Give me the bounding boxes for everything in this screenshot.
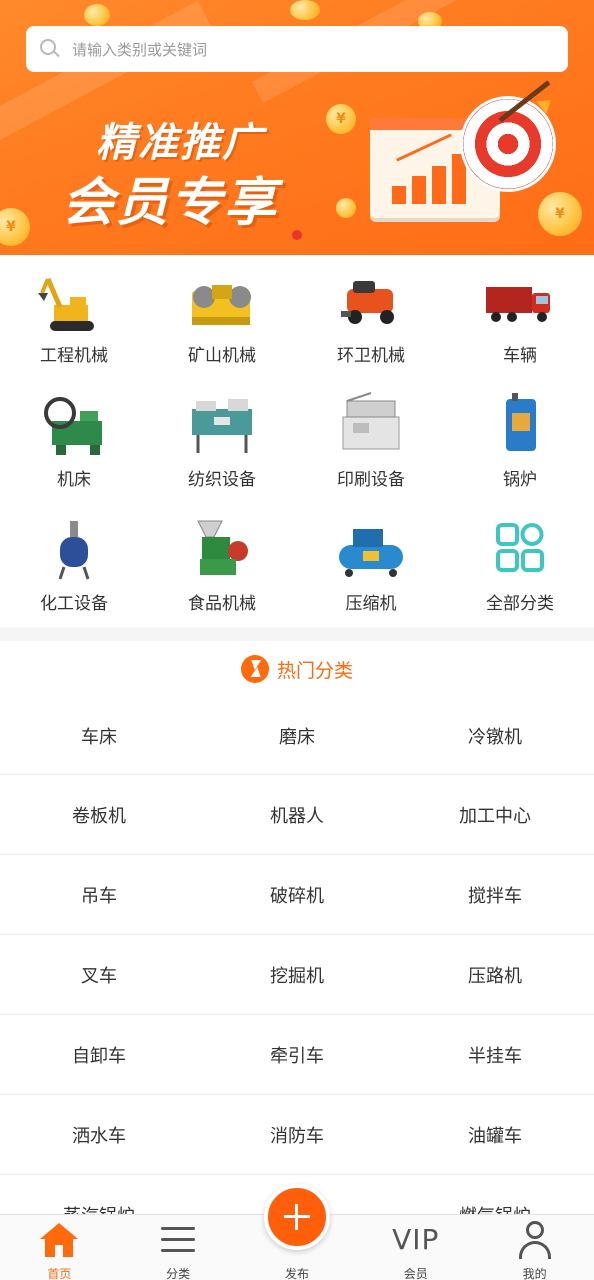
category-label: 锅炉	[503, 470, 537, 490]
menu-icon	[161, 1227, 196, 1253]
hot-category-item[interactable]: 破碎机	[198, 855, 396, 934]
tab-label: 会员	[403, 1267, 428, 1280]
hot-row: 叉车 挖掘机 压路机	[0, 935, 594, 1015]
food-machine-icon	[184, 515, 260, 583]
category-item[interactable]: 锅炉	[446, 383, 594, 507]
hot-category-item[interactable]: 洒水车	[0, 1095, 198, 1174]
coin-icon: ¥	[538, 192, 582, 236]
hot-category-item[interactable]: 卷板机	[0, 775, 198, 854]
search-bar[interactable]: 请输入类别或关键词	[26, 26, 568, 72]
post-button[interactable]	[264, 1184, 330, 1250]
coin-symbol: ¥	[336, 111, 346, 127]
coin-symbol: ¥	[555, 206, 565, 222]
tab-mine[interactable]: 我的	[475, 1215, 594, 1280]
hot-category-item[interactable]: 叉车	[0, 935, 198, 1014]
category-item[interactable]: 车辆	[446, 259, 594, 383]
category-label: 印刷设备	[337, 470, 405, 490]
category-item[interactable]: 机床	[0, 383, 148, 507]
truck-icon	[482, 267, 558, 335]
category-label: 化工设备	[40, 594, 108, 614]
category-label: 工程机械	[40, 346, 108, 366]
hot-categories-header: 热门分类	[0, 641, 594, 697]
sweeper-icon	[333, 267, 409, 335]
hot-row: 吊车 破碎机 搅拌车	[0, 855, 594, 935]
search-icon	[40, 39, 60, 59]
section-divider	[0, 627, 594, 641]
hot-category-item[interactable]: 吊车	[0, 855, 198, 934]
excavator-icon	[36, 267, 112, 335]
category-label: 全部分类	[486, 594, 554, 614]
hot-categories-list: 车床 磨床 冷镦机 卷板机 机器人 加工中心 吊车 破碎机 搅拌车 叉车 挖掘机…	[0, 697, 594, 1255]
user-icon	[518, 1221, 551, 1259]
category-label: 压缩机	[345, 594, 397, 614]
hot-category-item[interactable]: 加工中心	[396, 775, 594, 854]
tab-label: 我的	[522, 1267, 547, 1280]
hot-category-item[interactable]: 机器人	[198, 775, 396, 854]
boiler-icon	[482, 391, 558, 459]
coin-icon	[336, 198, 356, 218]
hot-category-item[interactable]: 自卸车	[0, 1015, 198, 1094]
coin-icon	[84, 4, 110, 26]
category-item[interactable]: 压缩机	[297, 507, 445, 631]
coin-icon	[290, 0, 320, 20]
tab-member[interactable]: VIP 会员	[356, 1215, 475, 1280]
hot-categories-title: 热门分类	[276, 659, 353, 682]
hot-category-item[interactable]: 油罐车	[396, 1095, 594, 1174]
vip-icon: VIP	[392, 1223, 440, 1256]
tab-label: 分类	[166, 1267, 191, 1280]
banner-subheadline: 会员专享	[62, 173, 279, 233]
jaw-crusher-icon	[184, 267, 260, 335]
category-item[interactable]: 工程机械	[0, 259, 148, 383]
category-item[interactable]: 全部分类	[446, 507, 594, 631]
reactor-icon	[36, 515, 112, 583]
tab-label: 发布	[284, 1267, 309, 1280]
hot-category-item[interactable]: 车床	[0, 697, 198, 774]
hot-category-item[interactable]: 牵引车	[198, 1015, 396, 1094]
search-placeholder[interactable]: 请输入类别或关键词	[72, 39, 207, 60]
coin-icon: ¥	[0, 208, 30, 246]
hot-row: 卷板机 机器人 加工中心	[0, 775, 594, 855]
hot-category-item[interactable]: 磨床	[198, 697, 396, 774]
category-item[interactable]: 环卫机械	[297, 259, 445, 383]
coin-icon: ¥	[326, 104, 356, 134]
hot-row: 洒水车 消防车 油罐车	[0, 1095, 594, 1175]
carousel-indicator	[292, 230, 302, 240]
hot-category-item[interactable]: 消防车	[198, 1095, 396, 1174]
category-item[interactable]: 纺织设备	[148, 383, 296, 507]
category-item[interactable]: 印刷设备	[297, 383, 445, 507]
hot-category-item[interactable]: 压路机	[396, 935, 594, 1014]
category-item[interactable]: 矿山机械	[148, 259, 296, 383]
lightning-icon	[240, 655, 269, 683]
category-item[interactable]: 化工设备	[0, 507, 148, 631]
category-grid: 工程机械 矿山机械 环卫机械 车辆 机床 纺织设备 印刷设备 锅炉 化工设备 食…	[0, 255, 594, 627]
hot-category-item[interactable]: 挖掘机	[198, 935, 396, 1014]
all-categories-icon	[482, 515, 558, 583]
textile-machine-icon	[184, 391, 260, 459]
coin-symbol: ¥	[6, 219, 16, 235]
hot-row: 车床 磨床 冷镦机	[0, 697, 594, 775]
category-item[interactable]: 食品机械	[148, 507, 296, 631]
tab-category[interactable]: 分类	[119, 1215, 238, 1280]
tab-label: 首页	[47, 1267, 72, 1280]
category-label: 食品机械	[188, 594, 256, 614]
printing-machine-icon	[333, 391, 409, 459]
lathe-icon	[36, 391, 112, 459]
category-label: 机床	[57, 470, 91, 490]
promo-banner[interactable]: ¥ ¥ ¥ 请输入类别或关键词 精准推广 会员专享	[0, 0, 594, 255]
tab-home[interactable]: 首页	[0, 1215, 119, 1280]
hot-row: 自卸车 牵引车 半挂车	[0, 1015, 594, 1095]
category-label: 环卫机械	[337, 346, 405, 366]
category-label: 矿山机械	[188, 346, 256, 366]
category-label: 车辆	[503, 346, 537, 366]
category-label: 纺织设备	[188, 470, 256, 490]
hot-category-item[interactable]: 半挂车	[396, 1015, 594, 1094]
home-icon	[40, 1223, 79, 1257]
hot-category-item[interactable]: 冷镦机	[396, 697, 594, 774]
hot-category-item[interactable]: 搅拌车	[396, 855, 594, 934]
compressor-icon	[333, 515, 409, 583]
